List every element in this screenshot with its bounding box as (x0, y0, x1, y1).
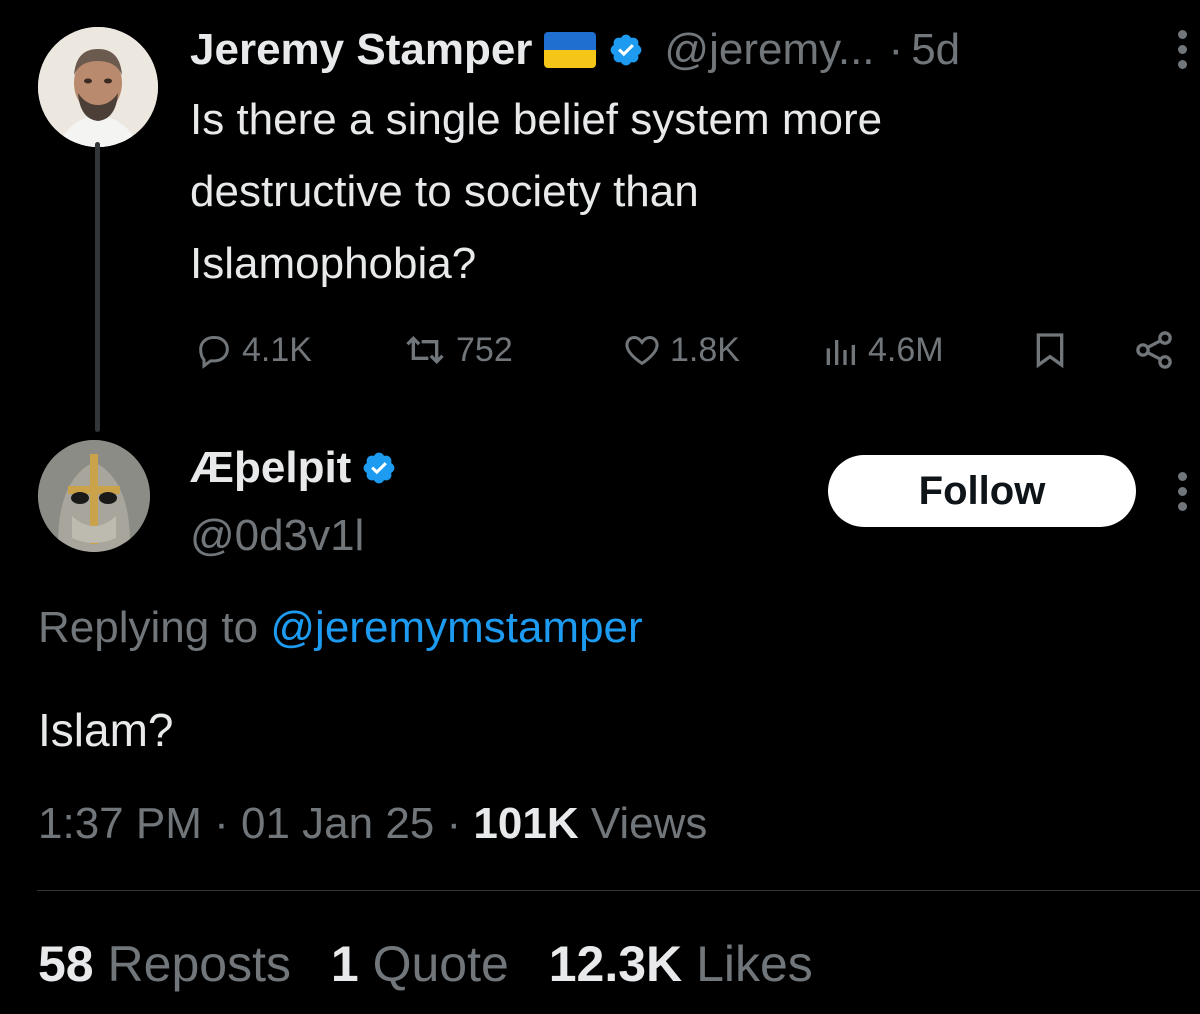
views-count: 4.6M (868, 330, 944, 369)
likes-stat-count: 12.3K (548, 936, 683, 992)
bookmark-button[interactable] (1030, 328, 1076, 372)
thread-connector-line (95, 142, 100, 432)
replying-to-prefix: Replying to (38, 603, 259, 652)
reply-meta-line: 1:37 PM · 01 Jan 25 · 101K Views (38, 794, 707, 854)
reply-author-avatar[interactable] (38, 440, 150, 552)
views-total-count: 101K (473, 799, 579, 848)
stats-divider (37, 890, 1200, 891)
parent-author-avatar[interactable] (38, 27, 158, 147)
parent-more-options-icon[interactable] (1176, 30, 1188, 75)
engagement-stats: 58 Reposts 1 Quote 12.3K Likes (38, 932, 813, 996)
quotes-stat-count: 1 (330, 936, 359, 992)
parent-tweet-text: Is there a single belief system more des… (190, 84, 1170, 300)
parent-author-handle[interactable]: @jeremy... (664, 25, 874, 75)
follow-button[interactable]: Follow (828, 455, 1136, 527)
parent-author-name[interactable]: Jeremy Stamper (190, 25, 532, 75)
reply-tweet-text: Islam? (38, 704, 174, 756)
parent-time-ago[interactable]: 5d (911, 25, 960, 75)
reply-button[interactable]: 4.1K (192, 328, 312, 372)
meta-separator: · (446, 799, 462, 848)
quotes-stat-label: Quote (372, 936, 509, 992)
repost-button[interactable]: 752 (400, 328, 513, 372)
bookmark-icon (1036, 333, 1064, 369)
parent-text-line: destructive to society than (190, 167, 699, 216)
meta-separator: · (214, 799, 229, 848)
tweet-date[interactable]: 01 Jan 25 (241, 799, 434, 848)
quotes-stat[interactable]: 1 Quote (331, 936, 509, 992)
reply-tweet-header: Æþelpit (190, 440, 397, 496)
verified-badge-icon (608, 32, 644, 68)
parent-text-line: Islamophobia? (190, 239, 477, 288)
replying-to-line: Replying to @jeremymstamper (38, 598, 643, 658)
views-total-label: Views (590, 799, 708, 848)
reply-more-options-icon[interactable] (1176, 472, 1188, 517)
ukraine-flag-icon (544, 32, 597, 68)
replying-to-handle-link[interactable]: @jeremymstamper (270, 603, 642, 652)
heart-icon (625, 335, 659, 366)
reposts-stat[interactable]: 58 Reposts (38, 936, 291, 992)
reply-author-name[interactable]: Æþelpit (190, 443, 351, 493)
likes-stat-label: Likes (696, 936, 813, 992)
like-button[interactable]: 1.8K (620, 328, 740, 372)
parent-text-line: Is there a single belief system more (190, 95, 883, 144)
likes-stat[interactable]: 12.3K Likes (549, 936, 813, 992)
repost-count: 752 (456, 330, 513, 369)
share-nodes-icon (1136, 331, 1172, 369)
bar-chart-icon (826, 340, 855, 365)
share-button[interactable] (1130, 328, 1184, 372)
views-button[interactable]: 4.6M (818, 328, 944, 372)
reply-author-handle[interactable]: @0d3v1l (190, 508, 364, 564)
repost-arrows-icon (406, 335, 444, 365)
header-separator: · (888, 25, 904, 74)
reposts-stat-label: Reposts (107, 936, 291, 992)
reply-count: 4.1K (242, 330, 312, 369)
reposts-stat-count: 58 (38, 936, 94, 992)
tweet-time[interactable]: 1:37 PM (38, 799, 202, 848)
verified-badge-icon (361, 450, 397, 486)
speech-bubble-icon (199, 336, 229, 369)
like-count: 1.8K (670, 330, 740, 369)
parent-tweet-header: Jeremy Stamper @jeremy... · 5d (190, 22, 960, 78)
